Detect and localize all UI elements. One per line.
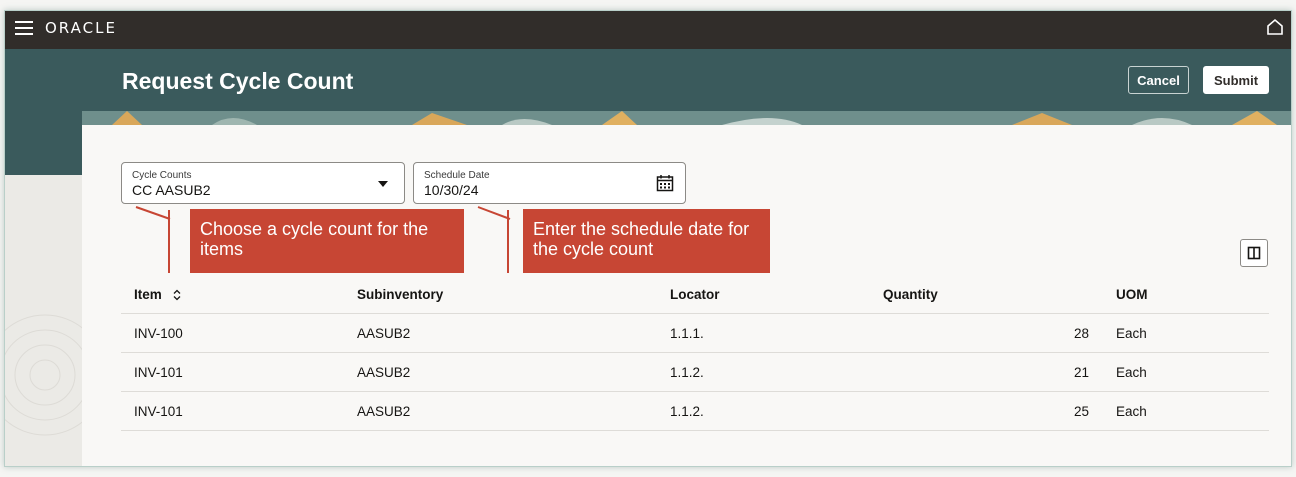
schedule-date-field[interactable]: Schedule Date 10/30/24 (413, 162, 686, 204)
calendar-icon[interactable] (656, 174, 674, 192)
cell-item: INV-101 (121, 352, 344, 392)
home-icon[interactable] (1265, 17, 1285, 37)
cell-subinventory: AASUB2 (344, 313, 657, 353)
decorative-background (5, 175, 82, 466)
content-panel: Cycle Counts CC AASUB2 Schedule Date 10/… (82, 125, 1291, 466)
columns-button[interactable] (1240, 239, 1268, 267)
cell-locator: 1.1.1. (657, 313, 870, 353)
decorative-banner (82, 111, 1291, 125)
cycle-counts-label: Cycle Counts (132, 170, 192, 181)
cell-uom: Each (1103, 391, 1269, 431)
cell-uom: Each (1103, 352, 1269, 392)
cell-quantity: 21 (870, 352, 1103, 392)
column-header-uom: UOM (1103, 275, 1269, 314)
chevron-down-icon[interactable] (378, 181, 388, 187)
app-window: ORACLE Request Cycle Count Cancel Submit… (4, 10, 1292, 467)
cell-item: INV-101 (121, 391, 344, 431)
cell-uom: Each (1103, 313, 1269, 353)
cell-subinventory: AASUB2 (344, 352, 657, 392)
column-header-locator: Locator (657, 275, 870, 314)
cell-quantity: 28 (870, 313, 1103, 353)
cell-item: INV-100 (121, 313, 344, 353)
cycle-counts-select[interactable]: Cycle Counts CC AASUB2 (121, 162, 405, 204)
column-header-label: Item (134, 286, 162, 302)
table-row[interactable]: INV-101 AASUB2 1.1.2. 25 Each (121, 391, 1269, 431)
columns-icon (1247, 246, 1261, 260)
hamburger-icon[interactable] (15, 21, 33, 35)
table-row[interactable]: INV-100 AASUB2 1.1.1. 28 Each (121, 313, 1269, 353)
cancel-button[interactable]: Cancel (1128, 66, 1189, 94)
global-header: ORACLE (5, 11, 1291, 49)
callout-cycle-count: Choose a cycle count for the items (190, 209, 464, 273)
cell-quantity: 25 (870, 391, 1103, 431)
table-header-row: Item Subinventory Locator Quantity UOM (121, 275, 1269, 314)
cell-subinventory: AASUB2 (344, 391, 657, 431)
callout-schedule-date: Enter the schedule date for the cycle co… (523, 209, 770, 273)
items-table: Item Subinventory Locator Quantity UOM I… (121, 275, 1269, 431)
schedule-date-label: Schedule Date (424, 170, 490, 181)
callout-pointer (135, 206, 171, 220)
cycle-counts-value: CC AASUB2 (132, 182, 211, 198)
callout-pointer (477, 206, 511, 220)
page-title: Request Cycle Count (122, 68, 354, 94)
cell-locator: 1.1.2. (657, 352, 870, 392)
schedule-date-value: 10/30/24 (424, 182, 479, 198)
cell-locator: 1.1.2. (657, 391, 870, 431)
column-header-item[interactable]: Item (121, 275, 344, 314)
sort-icon[interactable] (172, 289, 182, 301)
submit-button[interactable]: Submit (1203, 66, 1269, 94)
column-header-subinventory: Subinventory (344, 275, 657, 314)
column-header-quantity: Quantity (870, 275, 1103, 314)
table-row[interactable]: INV-101 AASUB2 1.1.2. 21 Each (121, 352, 1269, 392)
oracle-logo: ORACLE (45, 19, 117, 37)
